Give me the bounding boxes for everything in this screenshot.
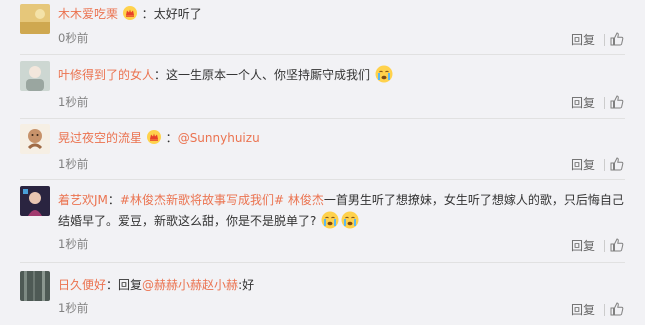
comment-username[interactable]: 着艺欢JM (58, 193, 108, 207)
comment-time: 1秒前 (58, 95, 89, 109)
reply-button[interactable]: 回复 (571, 301, 595, 319)
thumbs-up-icon[interactable] (609, 237, 625, 253)
avatar[interactable] (20, 61, 50, 91)
comment-time: 1秒前 (58, 237, 89, 251)
comment-body: 日久便好：回复@赫赫小赫赵小赫:好 (58, 275, 633, 296)
colon-separator: ： (141, 7, 154, 21)
colon-separator: ： (165, 131, 178, 145)
reply-button[interactable]: 回复 (571, 94, 595, 112)
crown-badge-icon[interactable] (122, 6, 137, 20)
crying-emoji-icon (321, 211, 339, 229)
comment-body: 木木爱吃栗 ：太好听了 (58, 4, 633, 25)
crying-emoji-icon (341, 211, 359, 229)
comment-actions: 回复 (555, 156, 625, 174)
avatar[interactable] (20, 271, 50, 301)
comment-time: 1秒前 (58, 157, 89, 171)
comment-text: 太好听了 (153, 7, 202, 21)
comment-actions: 回复 (555, 31, 625, 49)
comment-username[interactable]: 日久便好 (58, 278, 106, 292)
comment-body: 晃过夜空的流星 ：@Sunnyhuizu (58, 128, 633, 149)
avatar[interactable] (20, 124, 50, 154)
comment-text: 一首男生听了想撩妹，女生听了想嫁人的歌，只后悔自己 (323, 193, 624, 207)
comment-username[interactable]: 叶修得到了的女人 (58, 68, 154, 82)
action-divider (604, 34, 605, 46)
colon-separator: ： (154, 68, 167, 82)
thumbs-up-icon[interactable] (609, 156, 625, 172)
action-divider (604, 240, 605, 252)
thumbs-up-icon[interactable] (609, 31, 625, 47)
reply-prefix: 回复 (118, 278, 143, 292)
comment-body: 着艺欢JM：#林俊杰新歌将故事写成我们# 林俊杰一首男生听了想撩妹，女生听了想嫁… (58, 190, 633, 232)
topic-hashtag-link[interactable]: #林俊杰新歌将故事写成我们# (120, 193, 284, 207)
comment-divider (20, 54, 625, 55)
comment-username[interactable]: 木木爱吃栗 (58, 7, 118, 21)
comment-time: 1秒前 (58, 301, 89, 315)
colon-separator: ： (106, 278, 119, 292)
comment-text: 这一生原本一个人、你坚持厮守成我们 (166, 68, 371, 82)
comment-time: 0秒前 (58, 31, 89, 45)
mention-link[interactable]: @赫赫小赫赵小赫 (142, 278, 238, 292)
action-divider (604, 159, 605, 171)
comment-actions: 回复 (555, 94, 625, 112)
avatar[interactable] (20, 186, 50, 216)
reply-button[interactable]: 回复 (571, 156, 595, 174)
colon-separator: ： (107, 193, 120, 207)
crying-emoji-icon (375, 65, 393, 83)
comment-body: 叶修得到了的女人：这一生原本一个人、你坚持厮守成我们 (58, 65, 633, 86)
mention-link[interactable]: 林俊杰 (288, 193, 324, 207)
crown-badge-icon[interactable] (146, 130, 161, 144)
comment-divider (20, 118, 625, 119)
comment-divider (20, 262, 625, 263)
action-divider (604, 97, 605, 109)
avatar[interactable] (20, 4, 50, 34)
comment-text: :好 (238, 278, 255, 292)
comment-actions: 回复 (555, 301, 625, 319)
action-divider (604, 304, 605, 316)
comment-divider (20, 179, 625, 180)
thumbs-up-icon[interactable] (609, 301, 625, 317)
thumbs-up-icon[interactable] (609, 94, 625, 110)
comment-username[interactable]: 晃过夜空的流星 (58, 131, 142, 145)
comment-actions: 回复 (555, 237, 625, 255)
mention-link[interactable]: @Sunnyhuizu (178, 131, 260, 145)
reply-button[interactable]: 回复 (571, 31, 595, 49)
reply-button[interactable]: 回复 (571, 237, 595, 255)
comment-text-continued: 结婚早了。爱豆，新歌这么甜，你是不是脱单了? (58, 214, 317, 228)
